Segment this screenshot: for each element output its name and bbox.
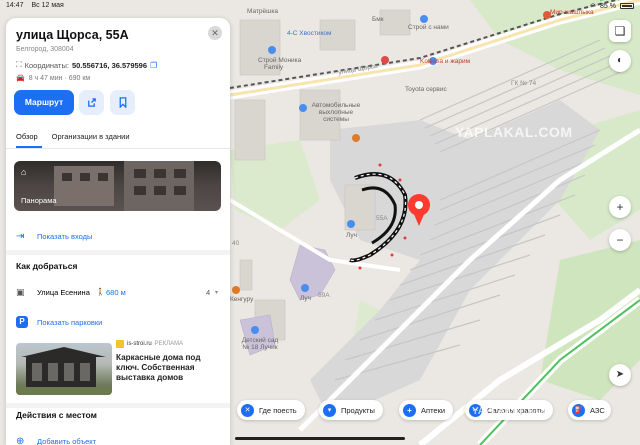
- place-title: улица Щорса, 55А: [16, 28, 129, 42]
- transit-stop-name: Улица Есенина: [37, 287, 90, 297]
- chip-groceries[interactable]: ▾ Продукты: [319, 400, 383, 420]
- section-divider: [6, 250, 230, 255]
- map-label-kindergarten: Детский сад № 18 Лучик: [241, 337, 279, 351]
- actions-title: Действия с местом: [16, 410, 97, 420]
- map-label-bukva: Kolessa и жарим: [420, 58, 471, 65]
- map-label-stroi-monika: Строй Моника: [258, 57, 302, 64]
- map-label-num-40: 40: [232, 240, 240, 247]
- bookmark-icon: [119, 97, 126, 108]
- chip-food[interactable]: ✕ Где поесть: [237, 400, 305, 420]
- add-object-icon: ⊕: [16, 435, 25, 445]
- how-to-get-title: Как добраться: [16, 261, 78, 271]
- my-location-button[interactable]: ➤: [609, 364, 631, 386]
- home-indicator[interactable]: [235, 437, 405, 440]
- map-label-num-59a: 59А: [318, 292, 330, 299]
- tab-divider: [6, 148, 230, 149]
- status-bar: 14:47 Вс 12 мая ◠ 85 %: [0, 0, 640, 12]
- fuel-icon: ⛽: [572, 403, 585, 417]
- ad-source: is-stroi.ru: [127, 341, 152, 347]
- route-count: 4: [206, 287, 211, 297]
- chip-gas-label: АЗС: [590, 405, 605, 415]
- coordinates-row: ⛶ Координаты: 50.556716, 36.579596 ❐: [16, 60, 157, 70]
- show-parking-link[interactable]: Показать парковки: [37, 318, 102, 327]
- map-label-luch-2: Луч: [300, 295, 311, 302]
- zoom-in-button[interactable]: +: [609, 196, 631, 218]
- walk-icon: 🚶: [96, 289, 105, 296]
- map-label-num-55a: 55А: [376, 215, 388, 222]
- basket-icon: ▾: [323, 403, 336, 417]
- parking-icon: P: [16, 316, 28, 328]
- add-object-row[interactable]: ⊕ Добавить объект: [6, 431, 230, 445]
- map-label-kengur: Кенгуру: [230, 296, 254, 303]
- chip-food-label: Где поесть: [259, 405, 297, 415]
- panorama-icon: ⌂: [21, 167, 27, 177]
- map-label-toyota: Toyota сервис: [405, 86, 447, 93]
- map-label-stroi: Строй с нами: [408, 24, 449, 31]
- ad-source-row: is-stroi.ru РЕКЛАМА: [116, 340, 183, 348]
- pharmacy-cross-icon: +: [403, 403, 416, 417]
- chevron-down-icon[interactable]: ▾: [215, 289, 218, 296]
- route-button[interactable]: Маршрут: [14, 90, 74, 115]
- chip-pharmacy[interactable]: + Аптеки: [399, 400, 454, 420]
- tabs: Обзор Организации в здании: [16, 132, 130, 141]
- add-object-link[interactable]: Добавить объект: [37, 437, 96, 445]
- transit-stop-row[interactable]: ▣ Улица Есенина 🚶 680 м 4 ▾: [6, 282, 230, 302]
- wifi-icon: ◠: [589, 3, 597, 10]
- watermark-bottom: YAPLAKAL.COM: [472, 406, 552, 417]
- car-icon: 🚘: [16, 75, 25, 82]
- route-info: 8 ч 47 мин · 690 км: [28, 74, 91, 82]
- tab-organizations[interactable]: Организации в здании: [52, 132, 130, 141]
- show-entrances-link[interactable]: Показать входы: [37, 232, 92, 241]
- copy-icon[interactable]: ❐: [150, 61, 157, 70]
- layers-button[interactable]: ❏: [609, 20, 631, 42]
- chip-gas[interactable]: ⛽ АЗС: [568, 400, 611, 420]
- map-label-gk: ГК № 74: [511, 80, 537, 87]
- entrance-icon: ⇥: [16, 230, 25, 242]
- status-battery-text: 85 %: [600, 2, 616, 10]
- minus-icon: −: [616, 233, 624, 247]
- close-icon: ✕: [211, 28, 219, 38]
- panorama-preview[interactable]: ⌂ Панорама: [14, 161, 221, 211]
- section-divider-2: [6, 403, 230, 408]
- coordinates-label: Координаты:: [24, 60, 69, 70]
- plus-icon: +: [616, 200, 624, 214]
- show-entrances-row[interactable]: ⇥ Показать входы: [6, 226, 230, 246]
- share-icon: [88, 98, 96, 107]
- tab-overview[interactable]: Обзор: [16, 132, 38, 141]
- map-label-bmk: Бмк: [372, 16, 384, 23]
- close-button[interactable]: ✕: [208, 26, 222, 40]
- status-time: 14:47: [6, 2, 24, 9]
- coordinates-icon: ⛶: [16, 60, 22, 69]
- zoom-out-button[interactable]: −: [609, 229, 631, 251]
- chip-pharmacy-label: Аптеки: [421, 405, 446, 415]
- map-label-luch: Луч: [346, 232, 357, 239]
- ad-text: Каркасные дома под ключ. Собственная выс…: [116, 353, 201, 382]
- show-parking-row[interactable]: P Показать парковки: [6, 312, 230, 332]
- ad-tag: РЕКЛАМА: [154, 341, 184, 347]
- status-date: Вс 12 мая: [31, 2, 64, 9]
- place-card: улица Щорса, 55А ✕ Белгород, 308004 ⛶ Ко…: [6, 18, 230, 445]
- fork-icon: ✕: [241, 403, 254, 417]
- map-label-auto-systems: Автомобильные выхлопные системы: [311, 102, 361, 123]
- bookmark-button[interactable]: [110, 90, 135, 115]
- coordinates-value[interactable]: 50.556716, 36.579596: [72, 61, 147, 70]
- compass-icon: ◐: [616, 55, 624, 66]
- bus-stop-icon: ▣: [16, 286, 25, 297]
- transit-stop-distance: 680 м: [106, 287, 126, 297]
- panorama-label: Панорама: [21, 196, 57, 205]
- ad-banner[interactable]: is-stroi.ru РЕКЛАМА Каркасные дома под к…: [14, 339, 221, 397]
- compass-button[interactable]: ◐: [609, 50, 631, 72]
- watermark: YAPLAKAL.COM: [455, 124, 573, 140]
- ad-image: [16, 343, 112, 395]
- battery-icon: [620, 3, 634, 9]
- route-info-row: 🚘 8 ч 47 мин · 690 км: [16, 74, 91, 83]
- map-label-cs: 4-С Хвостиком: [287, 30, 332, 37]
- chip-groceries-label: Продукты: [341, 405, 375, 415]
- layers-icon: ❏: [614, 24, 626, 38]
- map-label-family: Family: [264, 64, 284, 71]
- place-subtitle: Белгород, 308004: [16, 46, 74, 53]
- ad-source-icon: [116, 340, 124, 348]
- share-button[interactable]: [79, 90, 104, 115]
- navigation-arrow-icon: ➤: [615, 369, 625, 380]
